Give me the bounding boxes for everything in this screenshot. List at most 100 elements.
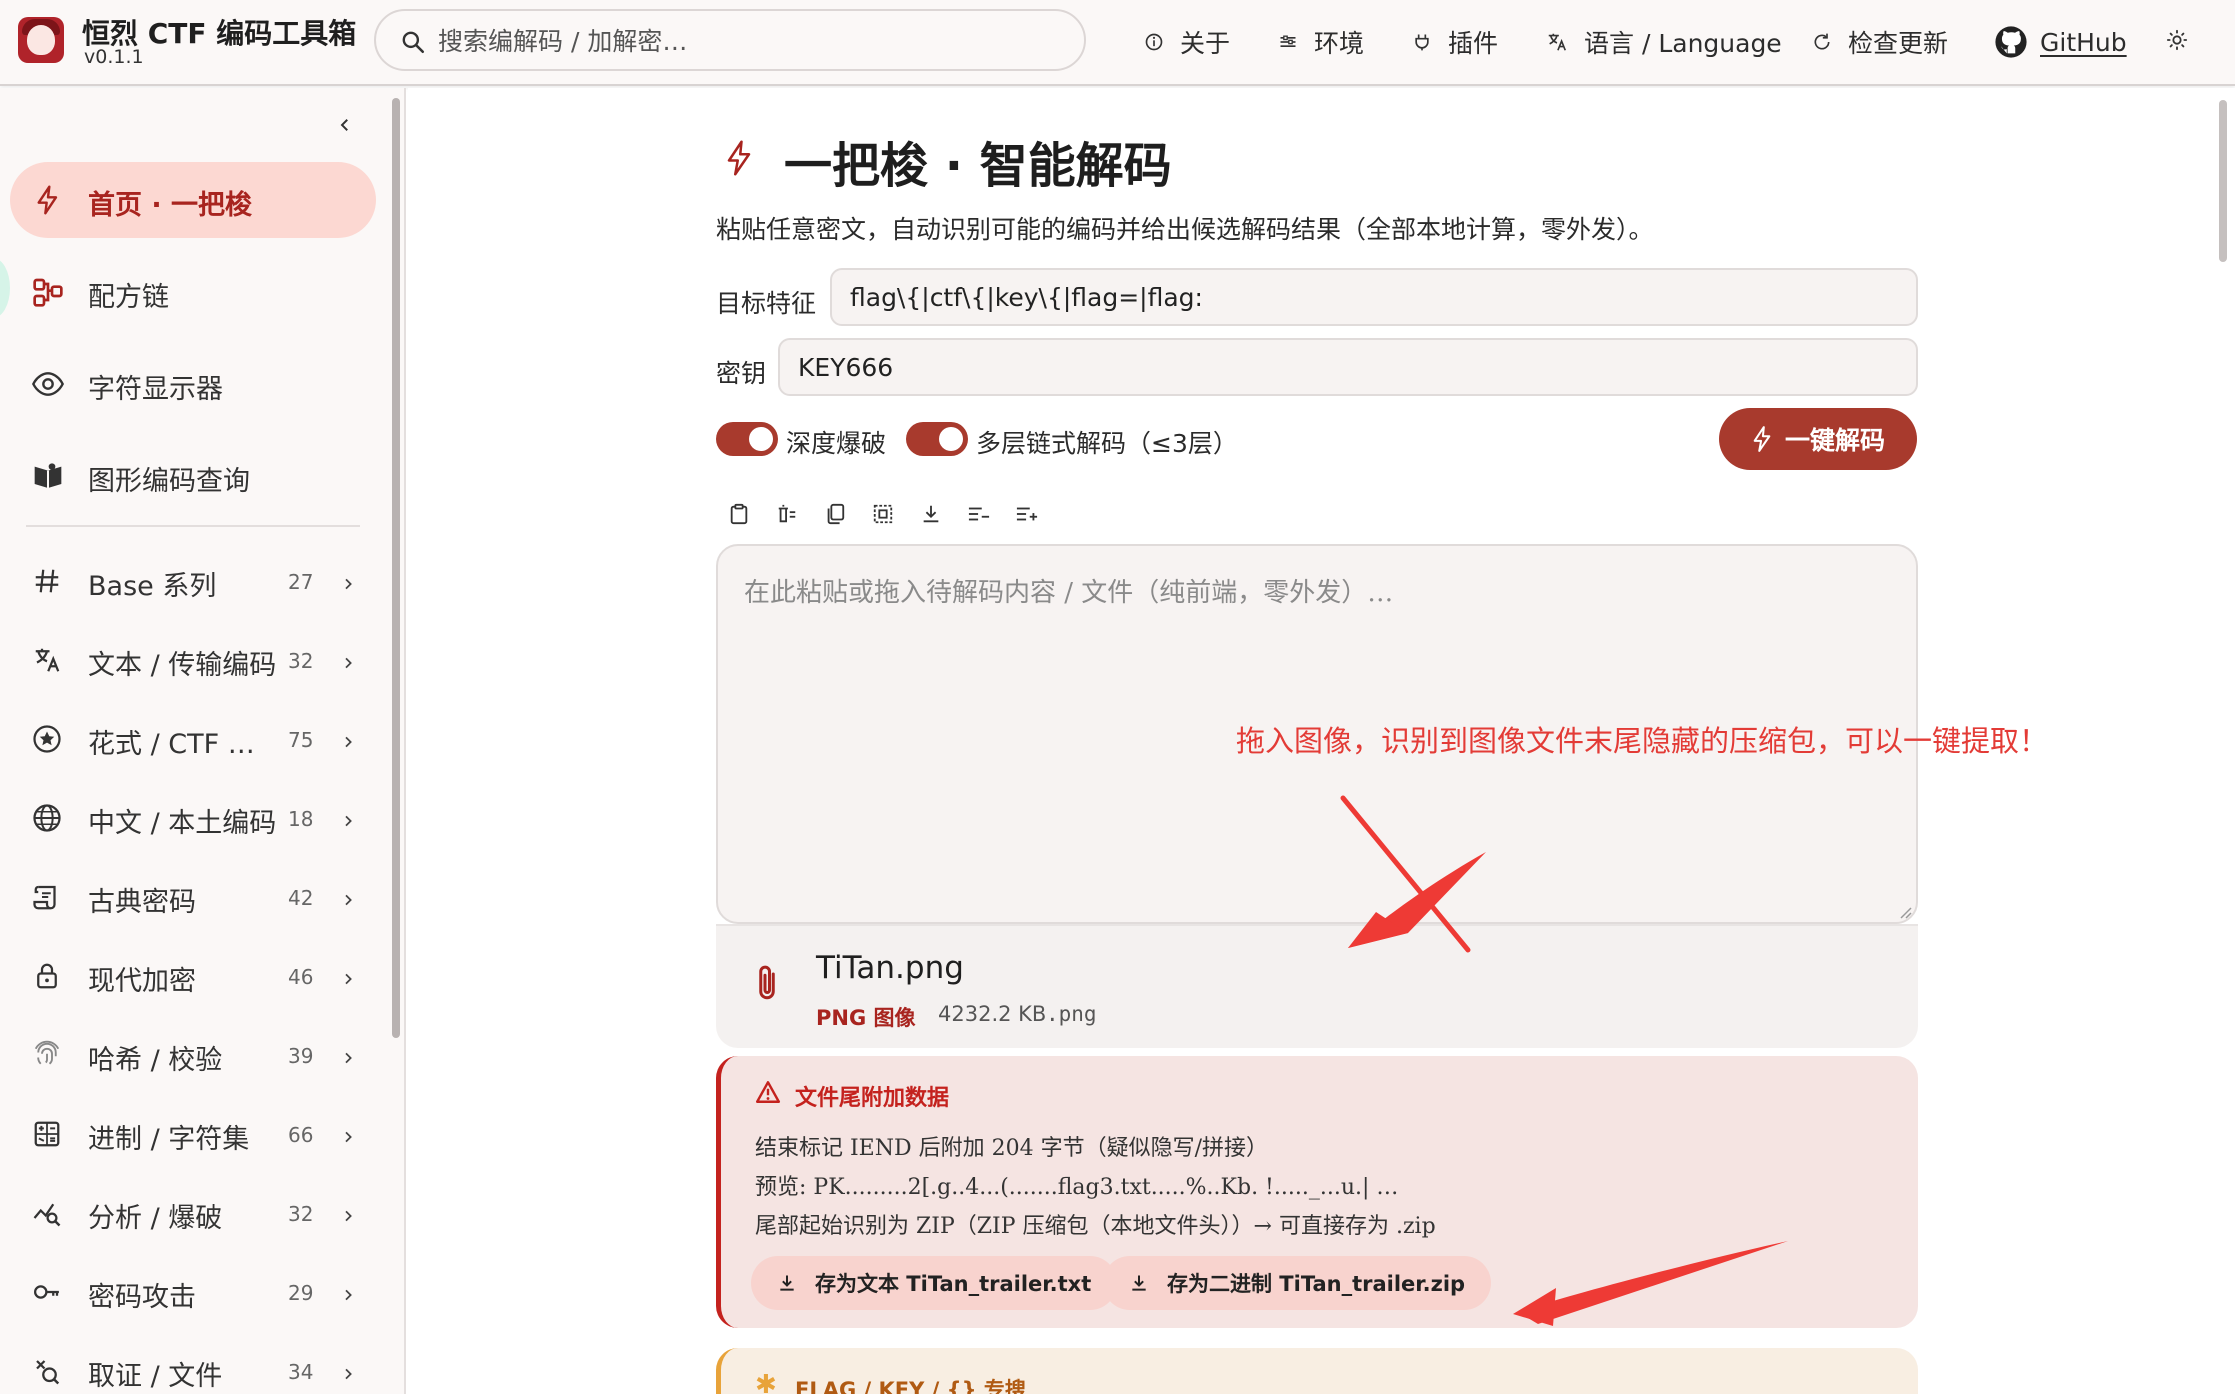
sidebar-category-radix[interactable]: 进制 / 字符集 66 <box>10 1103 376 1167</box>
bolt-icon <box>32 184 64 216</box>
sidebar-category-classic[interactable]: 古典密码 42 <box>10 866 376 930</box>
lock-icon <box>32 961 64 993</box>
search-input[interactable] <box>438 21 1058 61</box>
category-label: 分析 / 爆破 <box>88 1203 223 1234</box>
category-count: 42 <box>288 886 314 910</box>
app-logo <box>18 17 64 63</box>
category-count: 32 <box>288 649 314 673</box>
deep-brute-toggle[interactable] <box>716 422 778 456</box>
category-count: 18 <box>288 807 314 831</box>
select-all-icon[interactable] <box>870 501 896 527</box>
sidebar-category-analysis[interactable]: 分析 / 爆破 32 <box>10 1182 376 1246</box>
target-pattern-input[interactable] <box>830 268 1918 326</box>
sidebar-item-recipe[interactable]: 配方链 <box>10 254 376 330</box>
annotation-text: 拖入图像，识别到图像文件末尾隐藏的压缩包，可以一键提取！ <box>1236 724 2049 758</box>
sidebar-category-text[interactable]: 文本 / 传输编码 32 <box>10 629 376 693</box>
flag-search-title: FLAG / KEY / {} 专搜 <box>795 1378 1026 1394</box>
chevron-right-icon <box>340 1358 356 1389</box>
forensics-icon <box>32 1356 64 1388</box>
nav-env-label: 环境 <box>1314 29 1365 58</box>
sidebar-category-attack[interactable]: 密码攻击 29 <box>10 1261 376 1325</box>
trailer-preview-line: 预览: PK.........2[.g..4...(.......flag3.t… <box>755 1175 1399 1200</box>
chevron-right-icon <box>340 568 356 599</box>
nav-language[interactable]: 语言 / Language <box>1546 22 1782 62</box>
app-version: v0.1.1 <box>84 46 144 68</box>
chevron-right-icon <box>340 647 356 678</box>
chain-decode-toggle[interactable] <box>906 422 968 456</box>
category-label: 花式 / CTF 编码 <box>88 729 278 760</box>
refresh-icon <box>1812 32 1832 52</box>
nav-github[interactable]: GitHub <box>1994 22 2127 62</box>
file-name: TiTan.png <box>816 950 964 986</box>
sidebar-category-modern[interactable]: 现代加密 46 <box>10 945 376 1009</box>
warning-icon <box>755 1080 781 1108</box>
nav-env[interactable]: 环境 <box>1278 22 1364 62</box>
search-box[interactable] <box>374 9 1086 71</box>
sliders-icon <box>1278 32 1298 52</box>
nav-language-label: 语言 / Language <box>1584 29 1782 58</box>
nav-about[interactable]: 关于 <box>1144 22 1230 62</box>
page-title: 一把梭 · 智能解码 <box>784 138 1172 194</box>
asterisk-icon: ✱ <box>755 1370 777 1394</box>
search-icon <box>400 29 426 59</box>
category-count: 34 <box>288 1360 314 1384</box>
alert-title: 文件尾附加数据 <box>795 1086 950 1111</box>
sidebar-item-label: 配方链 <box>88 282 169 313</box>
github-icon <box>1994 25 2028 59</box>
category-label: 进制 / 字符集 <box>88 1124 250 1155</box>
sidebar-collapse-button[interactable] <box>330 112 360 142</box>
nav-plugins-label: 插件 <box>1448 29 1499 58</box>
sidebar-item-char-viewer[interactable]: 字符显示器 <box>10 346 376 422</box>
category-count: 27 <box>288 570 314 594</box>
file-type: PNG 图像 <box>816 1006 916 1030</box>
sidebar-category-forensics[interactable]: 取证 / 文件 34 <box>10 1340 376 1394</box>
theme-toggle[interactable] <box>2166 22 2188 62</box>
sidebar-divider <box>26 525 360 527</box>
attached-file-card[interactable]: TiTan.png PNG 图像 4232.2 KB .png <box>716 924 1918 1048</box>
sidebar-category-fancy[interactable]: 花式 / CTF 编码 75 <box>10 708 376 772</box>
category-label: Base 系列 <box>88 571 217 602</box>
resize-handle-icon[interactable] <box>1898 904 1912 923</box>
sidebar: 首页 · 一把梭 配方链 字符显示器 图形编码查询 Base 系列 27 文本 … <box>0 88 406 1394</box>
decode-button-label: 一键解码 <box>1784 426 1885 455</box>
category-label: 中文 / 本土编码 <box>88 808 277 839</box>
chevron-right-icon <box>340 1121 356 1152</box>
one-click-decode-button[interactable]: 一键解码 <box>1719 408 1917 470</box>
expand-lines-icon[interactable] <box>1014 501 1040 527</box>
sidebar-item-label: 图形编码查询 <box>88 466 250 497</box>
deep-brute-label: 深度爆破 <box>786 429 887 458</box>
main-scrollbar[interactable] <box>2219 100 2227 262</box>
sidebar-category-chinese[interactable]: 中文 / 本土编码 18 <box>10 787 376 851</box>
chevron-right-icon <box>340 1279 356 1310</box>
sidebar-scrollbar[interactable] <box>392 98 400 1038</box>
sidebar-item-home[interactable]: 首页 · 一把梭 <box>10 162 376 238</box>
key-input[interactable] <box>778 338 1918 396</box>
eye-icon <box>31 368 65 400</box>
collapse-lines-icon[interactable] <box>966 501 992 527</box>
save-as-binary-button[interactable]: 存为二进制 TiTan_trailer.zip <box>1103 1256 1492 1310</box>
globe-icon <box>32 803 64 835</box>
paste-icon[interactable] <box>726 501 752 527</box>
copy-icon[interactable] <box>822 501 848 527</box>
scroll-icon <box>32 882 64 914</box>
nav-plugins[interactable]: 插件 <box>1412 22 1498 62</box>
chevron-right-icon <box>340 1042 356 1073</box>
paperclip-icon <box>752 964 782 1008</box>
bolt-icon <box>724 138 754 182</box>
sidebar-category-base[interactable]: Base 系列 27 <box>10 550 376 614</box>
workflow-icon <box>32 276 64 308</box>
category-label: 密码攻击 <box>88 1282 196 1313</box>
save-as-text-button[interactable]: 存为文本 TiTan_trailer.txt <box>751 1256 1118 1310</box>
category-count: 66 <box>288 1123 314 1147</box>
app-header: 恒烈 CTF 编码工具箱 v0.1.1 关于 环境 插件 语言 / Langua… <box>0 0 2235 86</box>
info-icon <box>1144 32 1164 52</box>
nav-update[interactable]: 检查更新 <box>1812 22 1948 62</box>
plugin-icon <box>1412 32 1432 52</box>
trailer-info-line: 结束标记 IEND 后附加 204 字节（疑似隐写/拼接） <box>755 1136 1269 1161</box>
sidebar-item-graphic-lookup[interactable]: 图形编码查询 <box>10 438 376 514</box>
sidebar-category-hash[interactable]: 哈希 / 校验 39 <box>10 1024 376 1088</box>
category-count: 29 <box>288 1281 314 1305</box>
trailer-data-alert: 文件尾附加数据 结束标记 IEND 后附加 204 字节（疑似隐写/拼接） 预览… <box>716 1056 1918 1328</box>
clear-format-icon[interactable] <box>774 501 800 527</box>
download-icon[interactable] <box>918 501 944 527</box>
